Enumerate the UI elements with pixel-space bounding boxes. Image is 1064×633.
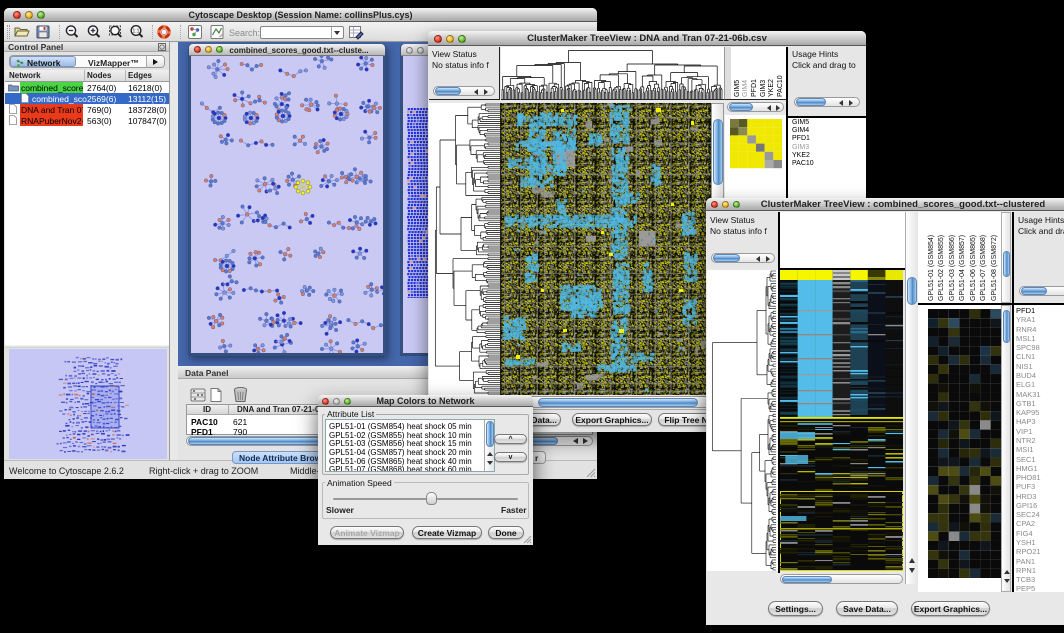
svg-text:1:1: 1:1: [133, 28, 140, 34]
